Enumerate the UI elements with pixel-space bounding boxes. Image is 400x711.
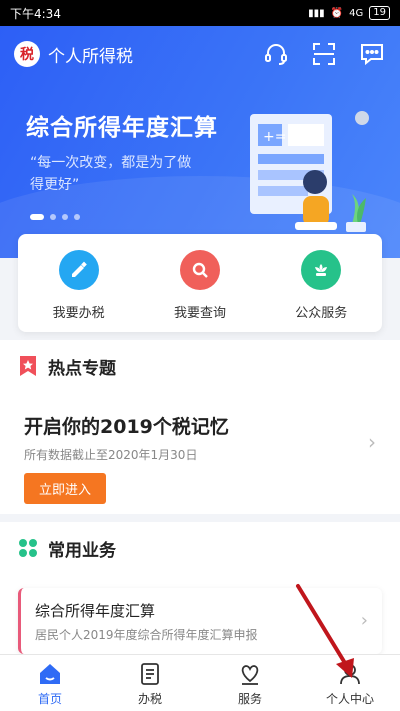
hot-topics-header: 热点专题 bbox=[0, 340, 400, 392]
signal-icon: ▮▮▮ bbox=[308, 7, 325, 19]
banner-illustration: += bbox=[250, 111, 369, 232]
nav-service[interactable]: 服务 bbox=[200, 655, 300, 711]
nav-personal-center[interactable]: 个人中心 bbox=[300, 655, 400, 711]
quick-action-label: 我要查询 bbox=[173, 305, 226, 321]
hot-topic-headline[interactable]: 开启你的2019个税记忆 bbox=[24, 412, 229, 439]
alarm-icon: ⏰ bbox=[330, 7, 344, 19]
pencil-icon bbox=[58, 249, 99, 290]
quick-action-public-service[interactable]: 公众服务 bbox=[271, 249, 371, 321]
carousel-dot bbox=[50, 214, 56, 220]
chevron-right-icon[interactable]: › bbox=[368, 430, 376, 454]
message-icon[interactable] bbox=[356, 38, 388, 70]
quick-action-query[interactable]: 我要查询 bbox=[150, 249, 250, 321]
search-icon bbox=[179, 249, 220, 290]
carousel-dot bbox=[74, 214, 80, 220]
header-actions bbox=[260, 38, 388, 70]
nav-label: 个人中心 bbox=[325, 692, 374, 706]
heart-hands-icon bbox=[241, 665, 259, 685]
card-subtitle: 居民个人2019年度综合所得年度汇算申报 bbox=[35, 628, 258, 642]
enter-now-button[interactable]: 立即进入 bbox=[24, 473, 106, 504]
nav-label: 服务 bbox=[237, 692, 262, 706]
scan-icon[interactable] bbox=[308, 38, 340, 70]
nav-label: 办税 bbox=[137, 692, 162, 706]
flower-icon bbox=[301, 249, 342, 290]
annual-settlement-card[interactable]: 综合所得年度汇算 居民个人2019年度综合所得年度汇算申报 › bbox=[18, 588, 382, 654]
document-icon bbox=[141, 663, 159, 685]
nav-home[interactable]: 首页 bbox=[0, 655, 100, 711]
nav-tax[interactable]: 办税 bbox=[100, 655, 200, 711]
tax-emblem-icon: 税 bbox=[14, 41, 40, 67]
ribbon-star-icon bbox=[20, 356, 36, 376]
status-icons: ▮▮▮ ⏰ 4G 19 bbox=[308, 6, 390, 20]
chevron-right-icon: › bbox=[360, 610, 368, 631]
section-title: 常用业务 bbox=[48, 540, 116, 561]
hot-topics-section: 热点专题 开启你的2019个税记忆 所有数据截止至2020年1月30日 立即进入… bbox=[0, 340, 400, 514]
hero-banner[interactable]: 税 个人所得税 综合所得年度汇算 “每一次改变，都是为了做得更好” += bbox=[0, 26, 400, 258]
user-icon bbox=[340, 664, 360, 685]
app-title: 个人所得税 bbox=[48, 46, 133, 67]
carousel-indicator bbox=[30, 214, 80, 220]
section-title: 热点专题 bbox=[48, 358, 116, 379]
common-business-section: 常用业务 综合所得年度汇算 居民个人2019年度综合所得年度汇算申报 › bbox=[0, 522, 400, 654]
common-business-header: 常用业务 bbox=[0, 522, 400, 574]
headset-icon[interactable] bbox=[260, 38, 292, 70]
quick-action-tax-filing[interactable]: 我要办税 bbox=[29, 249, 129, 321]
status-bar: 下午4:34 ▮▮▮ ⏰ 4G 19 bbox=[0, 0, 400, 26]
carousel-dot bbox=[30, 214, 44, 220]
banner-title: 综合所得年度汇算 bbox=[26, 115, 218, 141]
battery-icon: 19 bbox=[369, 6, 390, 20]
banner-subtitle: “每一次改变，都是为了做得更好” bbox=[30, 155, 192, 193]
quick-action-label: 我要办税 bbox=[52, 305, 105, 321]
status-time: 下午4:34 bbox=[10, 6, 61, 21]
svg-text:+=: += bbox=[263, 129, 286, 145]
home-icon bbox=[40, 664, 60, 684]
card-title: 综合所得年度汇算 bbox=[35, 602, 156, 620]
bottom-navigation: 首页 办税 服务 个人中心 bbox=[0, 654, 400, 711]
nav-label: 首页 bbox=[37, 692, 62, 706]
quick-action-label: 公众服务 bbox=[295, 305, 348, 321]
carousel-dot bbox=[62, 214, 68, 220]
network-label: 4G bbox=[349, 7, 364, 19]
grid-dots-icon bbox=[19, 539, 37, 557]
app-bar: 税 个人所得税 bbox=[0, 26, 400, 82]
quick-actions-card: 我要办税 我要查询 公众服务 bbox=[18, 234, 382, 332]
hot-topic-subtext: 所有数据截止至2020年1月30日 bbox=[24, 448, 198, 462]
